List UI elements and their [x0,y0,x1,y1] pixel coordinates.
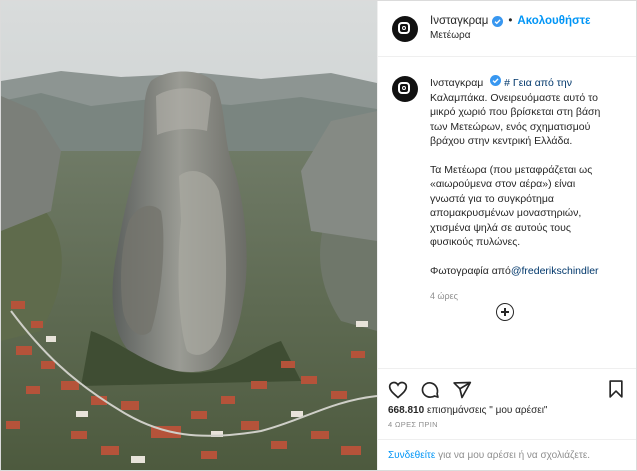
verified-badge-icon [490,75,502,86]
caption-text-1: Καλαμπάκα. Ονειρευόμαστε αυτό το μικρό χ… [430,91,601,148]
hashtag-link[interactable]: # Γεια από την [504,77,572,89]
post-sidebar: Ινσταγκραμ • Ακολουθήστε Μετέωρα Ινσταγκ… [377,1,636,470]
instagram-logo-icon [398,21,410,34]
post-header: Ινσταγκραμ • Ακολουθήστε Μετέωρα [378,1,636,57]
action-bar [378,368,636,411]
avatar[interactable] [392,15,418,42]
verified-badge-icon [492,15,504,27]
caption-timestamp: 4 ώρες [430,291,459,301]
heart-icon[interactable] [388,380,408,400]
photographer-mention[interactable]: @frederikschindler [511,265,599,277]
header-username[interactable]: Ινσταγκραμ [430,14,488,28]
caption-username[interactable]: Ινσταγκραμ [430,77,483,89]
caption-area: Ινσταγκραμ # Γεια από την Καλαμπάκα. Ονε… [378,57,636,368]
photo-credit-prefix: Φωτογραφία από [430,264,511,277]
login-prompt-text: για να μου αρέσει ή να σχολιάζετε. [438,449,591,461]
load-more-comments-icon[interactable] [496,303,514,321]
meteora-landscape-image [1,1,377,470]
bookmark-icon[interactable] [606,379,626,399]
caption-avatar[interactable] [392,76,418,102]
share-icon[interactable] [452,380,472,400]
login-link[interactable]: Συνδεθείτε [388,450,435,461]
follow-button[interactable]: Ακολουθήστε [517,14,590,28]
comment-icon[interactable] [420,380,440,400]
caption-text-2: Τα Μετέωρα (που μεταφράζεται ως «αιωρούμ… [430,163,593,249]
login-prompt: Συνδεθείτε για να μου αρέσει ή να σχολιά… [378,439,636,470]
separator-dot: • [508,15,513,28]
location-link[interactable]: Μετέωρα [430,30,590,43]
instagram-post: Ινσταγκραμ • Ακολουθήστε Μετέωρα Ινσταγκ… [0,0,637,471]
instagram-logo-icon [398,82,410,94]
post-photo[interactable] [1,1,377,470]
post-time-ago: 4 ΩΡΕΣ ΠΡΙΝ [388,420,438,429]
caption-body: Ινσταγκραμ # Γεια από την Καλαμπάκα. Ονε… [430,75,612,304]
